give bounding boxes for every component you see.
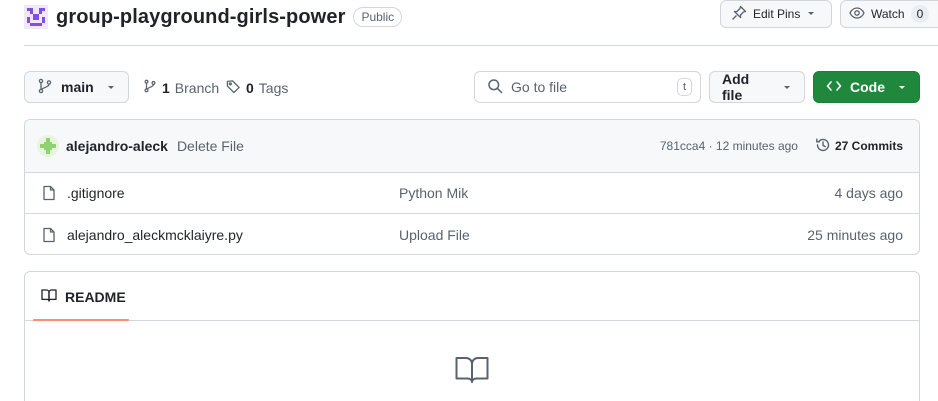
go-to-file-input[interactable] [511, 79, 661, 95]
edit-pins-button[interactable]: Edit Pins [720, 0, 832, 28]
code-icon [826, 78, 842, 97]
git-branch-icon [37, 78, 53, 97]
search-icon [487, 78, 503, 97]
commits-history-link[interactable]: 27 Commits [815, 137, 903, 156]
file-name-link[interactable]: alejandro_aleckmcklaiyre.py [67, 227, 399, 243]
latest-commit-bar: alejandro-aleck Delete File 781cca4 · 12… [25, 120, 919, 173]
tags-count-label: Tags [258, 80, 289, 96]
visibility-badge: Public [353, 7, 403, 27]
add-file-label: Add file [722, 71, 750, 103]
repo-header: group-playground-girls-power Public [24, 0, 403, 34]
header-divider [24, 45, 938, 46]
readme-tab-label: README [65, 288, 126, 305]
watch-button[interactable]: Watch 0 [840, 0, 938, 28]
file-icon [41, 227, 57, 243]
tags-link[interactable]: 0 Tags [226, 79, 288, 97]
file-row[interactable]: alejandro_aleckmcklaiyre.py Upload File … [25, 214, 919, 254]
watch-label: Watch [871, 7, 905, 21]
chevron-down-icon [106, 79, 116, 95]
eye-icon [849, 5, 865, 24]
code-label: Code [850, 79, 885, 95]
readme-tab[interactable]: README [41, 272, 919, 321]
readme-tab-underline [33, 319, 129, 321]
readme-panel: README [24, 271, 920, 401]
commit-hash-time[interactable]: 781cca4 · 12 minutes ago [660, 139, 798, 153]
add-file-button[interactable]: Add file [709, 71, 805, 103]
watch-count: 0 [910, 5, 930, 23]
file-commit-time: 25 minutes ago [807, 226, 903, 243]
file-commit-message-link[interactable]: Upload File [399, 227, 470, 243]
commits-count-label: 27 Commits [834, 139, 903, 153]
git-branch-icon [143, 79, 157, 96]
readme-header: README [25, 272, 919, 321]
repo-name[interactable]: group-playground-girls-power [56, 6, 345, 29]
book-icon [455, 356, 489, 387]
history-icon [815, 137, 831, 156]
file-commit-message-link[interactable]: Python Mik [399, 185, 468, 201]
keyboard-shortcut-hint: t [676, 78, 692, 96]
commit-author-avatar[interactable] [37, 135, 59, 157]
chevron-down-icon [897, 79, 907, 95]
tag-icon [226, 79, 241, 97]
branches-link[interactable]: 1 Branch [143, 79, 219, 96]
commit-author-link[interactable]: alejandro-aleck [66, 138, 168, 154]
book-icon [41, 287, 57, 306]
file-row[interactable]: .gitignore Python Mik 4 days ago [25, 173, 919, 214]
branch-selector-button[interactable]: main [24, 71, 129, 103]
repo-owner-avatar[interactable] [24, 5, 48, 29]
file-name-link[interactable]: .gitignore [67, 185, 399, 201]
file-commit-time: 4 days ago [834, 185, 904, 201]
branch-count-label: Branch [174, 79, 220, 96]
file-table: alejandro-aleck Delete File 781cca4 · 12… [24, 119, 920, 255]
chevron-down-icon [782, 79, 792, 95]
go-to-file-search[interactable]: t [474, 71, 701, 103]
edit-pins-label: Edit Pins [753, 7, 801, 21]
branch-count-value: 1 [162, 79, 170, 96]
code-button[interactable]: Code [813, 71, 920, 103]
pin-icon [731, 5, 747, 24]
branch-name: main [61, 79, 94, 95]
commit-message-link[interactable]: Delete File [177, 138, 244, 154]
chevron-down-icon [806, 7, 816, 21]
tags-count-value: 0 [246, 80, 254, 96]
file-icon [41, 185, 57, 201]
